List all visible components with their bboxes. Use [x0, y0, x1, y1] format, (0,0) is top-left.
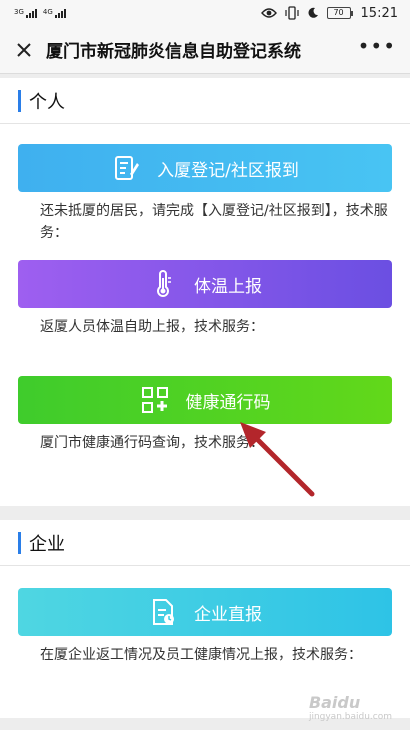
register-label: 入厦登记/社区报到: [157, 160, 299, 181]
health-code-button[interactable]: 健康通行码: [18, 376, 392, 424]
close-icon: [17, 42, 31, 57]
section-title: 企业: [29, 533, 65, 555]
close-button[interactable]: [14, 40, 34, 60]
thermometer-icon: [148, 269, 178, 299]
moon-icon: [308, 7, 318, 18]
temperature-button[interactable]: 体温上报: [18, 260, 392, 308]
vibrate-icon: [284, 6, 299, 20]
annotation-arrow: [240, 422, 315, 497]
health-code-label: 健康通行码: [185, 392, 271, 413]
company-section: 企业 企业直报 在厦企业返工情况及员工健康情况上报，技术服务：: [0, 520, 410, 718]
section-accent-bar: [18, 89, 21, 112]
page-title: 厦门市新冠肺炎信息自助登记系统: [46, 42, 301, 62]
clock: 15:21: [360, 5, 398, 21]
personal-section: 个人 入厦登记/社区报到 还未抵厦的居民，请完成【入厦登记/社区报到】，技术服务…: [0, 78, 410, 506]
signal-group: 3G 4G: [14, 8, 66, 18]
section-header: 个人: [0, 78, 410, 124]
section-title: 个人: [29, 91, 65, 113]
register-desc: 还未抵厦的居民，请完成【入厦登记/社区报到】，技术服务：: [40, 203, 388, 241]
more-menu-button[interactable]: •••: [358, 34, 396, 66]
section-accent-bar: [18, 531, 21, 554]
title-bar: 厦门市新冠肺炎信息自助登记系统 •••: [0, 26, 410, 74]
status-right: 70 15:21: [260, 5, 398, 21]
baidu-watermark: Baidu jingyan.baidu.com: [308, 693, 392, 722]
company-report-desc: 在厦企业返工情况及员工健康情况上报，技术服务：: [40, 647, 362, 663]
health-code-icon: [140, 385, 170, 415]
company-report-label: 企业直报: [194, 604, 262, 625]
register-icon: [111, 153, 141, 183]
eye-icon: [260, 8, 277, 18]
company-report-button[interactable]: 企业直报: [18, 588, 392, 636]
battery-icon: 70: [326, 7, 353, 19]
section-header: 企业: [0, 520, 410, 566]
report-icon: [148, 597, 178, 627]
health-code-desc: 厦门市健康通行码查询，技术服务：: [40, 435, 264, 451]
status-bar: 3G 4G 70 15:21: [0, 0, 410, 26]
temperature-label: 体温上报: [194, 276, 262, 297]
register-button[interactable]: 入厦登记/社区报到: [18, 144, 392, 192]
signal-icon: 3G: [14, 8, 37, 18]
temperature-desc: 返厦人员体温自助上报，技术服务：: [40, 319, 264, 335]
signal-icon: 4G: [43, 8, 66, 18]
